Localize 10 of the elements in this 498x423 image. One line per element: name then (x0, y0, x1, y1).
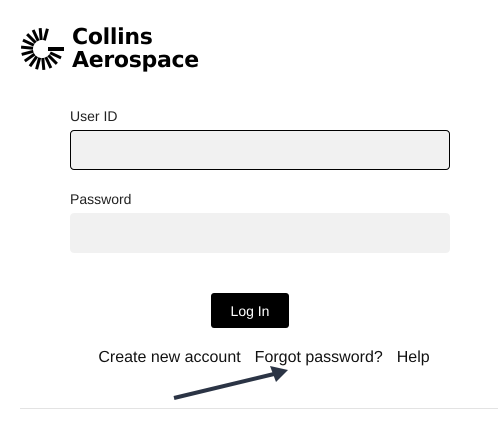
input-field[interactable] (70, 130, 450, 170)
login-button[interactable]: Log In (211, 293, 289, 328)
link[interactable]: Help (396, 349, 430, 367)
link[interactable]: Forgot password? (254, 349, 383, 367)
logo-text: Collins (72, 26, 154, 49)
logo-text: Aerospace (72, 49, 199, 72)
field-label: Password (70, 191, 132, 207)
field-label: User ID (70, 108, 118, 124)
sunburst-logo-icon (20, 27, 64, 71)
link[interactable]: Create new account (98, 349, 241, 367)
